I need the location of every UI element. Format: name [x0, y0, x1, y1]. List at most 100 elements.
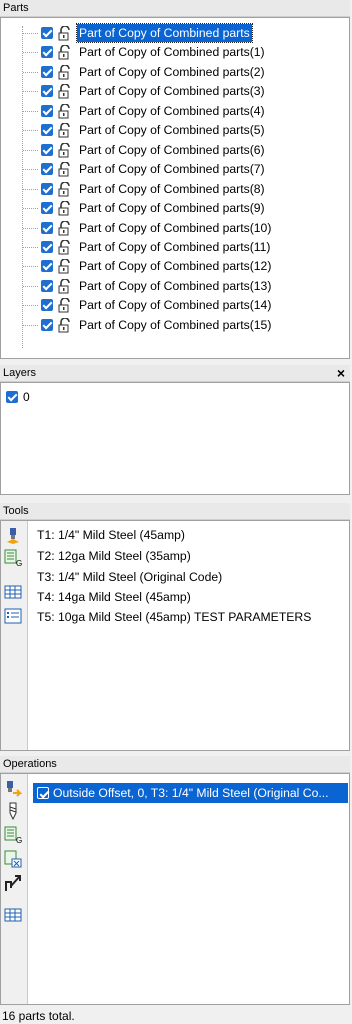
unlock-icon[interactable] [58, 258, 72, 274]
tree-branch [23, 52, 38, 54]
part-visibility-checkbox[interactable] [41, 124, 53, 137]
unlock-icon[interactable] [58, 83, 72, 99]
tree-branch [23, 149, 38, 151]
tool-item-t2[interactable]: T2: 12ga Mild Steel (35amp) [37, 549, 191, 563]
table-operation-icon[interactable] [4, 906, 22, 924]
part-item[interactable]: Part of Copy of Combined parts(13) [1, 277, 349, 296]
part-visibility-checkbox[interactable] [41, 202, 53, 215]
torch-operation-icon[interactable] [4, 780, 22, 798]
part-label: Part of Copy of Combined parts(1) [79, 45, 265, 60]
part-item[interactable]: Part of Copy of Combined parts(12) [1, 257, 349, 276]
operation-checkbox[interactable] [37, 787, 49, 799]
part-visibility-checkbox[interactable] [41, 104, 53, 117]
tree-branch [23, 285, 38, 287]
layers-title: Layers [3, 367, 37, 379]
tree-branch [23, 324, 38, 326]
unlock-icon[interactable] [58, 25, 72, 41]
unlock-icon[interactable] [58, 161, 72, 177]
part-label: Part of Copy of Combined parts(7) [79, 162, 265, 177]
tool-item-t4[interactable]: T4: 14ga Mild Steel (45amp) [37, 590, 191, 604]
tree-branch [23, 208, 38, 210]
unlock-icon[interactable] [58, 239, 72, 255]
operations-list: G Outside Offset, 0, T3: 1/4" Mild Steel… [0, 773, 350, 1005]
tree-branch [23, 246, 38, 248]
part-item[interactable]: Part of Copy of Combined parts(7) [1, 160, 349, 179]
part-item[interactable]: Part of Copy of Combined parts(1) [1, 43, 349, 62]
operation-label: Outside Offset, 0, T3: 1/4" Mild Steel (… [53, 786, 329, 800]
unlock-icon[interactable] [58, 297, 72, 313]
part-item[interactable]: Part of Copy of Combined parts(14) [1, 296, 349, 315]
part-visibility-checkbox[interactable] [41, 163, 53, 176]
layers-panel: Layers × 0 [0, 365, 350, 495]
drill-icon[interactable] [4, 802, 22, 820]
tree-branch [23, 110, 38, 112]
part-item[interactable]: Part of Copy of Combined parts(10) [1, 219, 349, 238]
part-label: Part of Copy of Combined parts(5) [79, 123, 265, 138]
part-visibility-checkbox[interactable] [41, 46, 53, 59]
table-tool-icon[interactable] [4, 583, 22, 601]
part-item[interactable]: Part of Copy of Combined parts(2) [1, 63, 349, 82]
unlock-icon[interactable] [58, 200, 72, 216]
tree-branch [23, 71, 38, 73]
unlock-icon[interactable] [58, 180, 72, 197]
part-label: Part of Copy of Combined parts(4) [79, 103, 265, 118]
part-visibility-checkbox[interactable] [41, 221, 53, 234]
list-tool-icon[interactable] [4, 607, 22, 625]
part-label: Part of Copy of Combined parts(9) [79, 201, 265, 216]
part-label: Part of Copy of Combined parts(12) [79, 259, 272, 274]
part-item[interactable]: Part of Copy of Combined parts(15) [1, 316, 349, 335]
part-label: Part of Copy of Combined parts(15) [79, 317, 272, 332]
part-label: Part of Copy of Combined parts(3) [79, 84, 265, 99]
layers-list: 0 [0, 382, 350, 495]
close-icon[interactable]: × [337, 365, 345, 381]
parts-panel: Parts Part of Copy of Combined parts Part… [0, 0, 350, 359]
gcode-operation-icon[interactable]: G [4, 826, 22, 844]
layer-checkbox[interactable] [6, 391, 18, 403]
part-visibility-checkbox[interactable] [41, 182, 53, 195]
path-arrow-icon[interactable] [4, 874, 22, 892]
part-visibility-checkbox[interactable] [41, 143, 53, 156]
part-visibility-checkbox[interactable] [41, 85, 53, 98]
gcode-tool-icon[interactable]: G [4, 549, 22, 567]
part-item[interactable]: Part of Copy of Combined parts(9) [1, 199, 349, 218]
part-visibility-checkbox[interactable] [41, 279, 53, 292]
layer-item[interactable]: 0 [6, 390, 66, 406]
tools-toolbar: G [1, 521, 28, 750]
operations-panel: Operations G Outside Offset, 0, T3: 1/4"… [0, 756, 350, 1005]
export-icon[interactable] [4, 850, 22, 868]
unlock-icon[interactable] [58, 44, 72, 60]
part-item[interactable]: Part of Copy of Combined parts [1, 23, 349, 43]
tool-item-t5[interactable]: T5: 10ga Mild Steel (45amp) TEST PARAMET… [37, 610, 311, 624]
part-item[interactable]: Part of Copy of Combined parts(4) [1, 102, 349, 121]
torch-tool-icon[interactable] [4, 527, 22, 545]
unlock-icon[interactable] [58, 64, 72, 80]
operations-toolbar: G [1, 774, 28, 1004]
tool-item-t1[interactable]: T1: 1/4" Mild Steel (45amp) [37, 528, 185, 542]
tree-branch [23, 227, 38, 229]
part-visibility-checkbox[interactable] [41, 240, 53, 253]
part-visibility-checkbox[interactable] [41, 318, 53, 331]
part-item[interactable]: Part of Copy of Combined parts(6) [1, 141, 349, 160]
part-item[interactable]: Part of Copy of Combined parts(8) [1, 180, 349, 199]
tool-item-t3[interactable]: T3: 1/4" Mild Steel (Original Code) [37, 570, 222, 584]
unlock-icon[interactable] [58, 278, 72, 294]
layers-panel-title: Layers × [0, 365, 350, 382]
unlock-icon[interactable] [58, 141, 72, 158]
part-visibility-checkbox[interactable] [41, 27, 53, 39]
tools-panel: Tools G T1: 1/4" Mild Steel (45amp) T2: … [0, 503, 350, 751]
unlock-icon[interactable] [58, 103, 72, 119]
part-label: Part of Copy of Combined parts [76, 23, 253, 43]
unlock-icon[interactable] [58, 316, 72, 333]
operation-item[interactable]: Outside Offset, 0, T3: 1/4" Mild Steel (… [33, 783, 348, 803]
part-visibility-checkbox[interactable] [41, 260, 53, 273]
part-visibility-checkbox[interactable] [41, 299, 53, 312]
part-visibility-checkbox[interactable] [41, 65, 53, 78]
part-label: Part of Copy of Combined parts(6) [79, 142, 265, 157]
part-item[interactable]: Part of Copy of Combined parts(11) [1, 238, 349, 257]
tree-branch [23, 188, 38, 190]
status-bar-text: 16 parts total. [2, 1009, 75, 1023]
unlock-icon[interactable] [58, 122, 72, 138]
unlock-icon[interactable] [58, 219, 72, 236]
part-item[interactable]: Part of Copy of Combined parts(5) [1, 121, 349, 140]
part-item[interactable]: Part of Copy of Combined parts(3) [1, 82, 349, 101]
